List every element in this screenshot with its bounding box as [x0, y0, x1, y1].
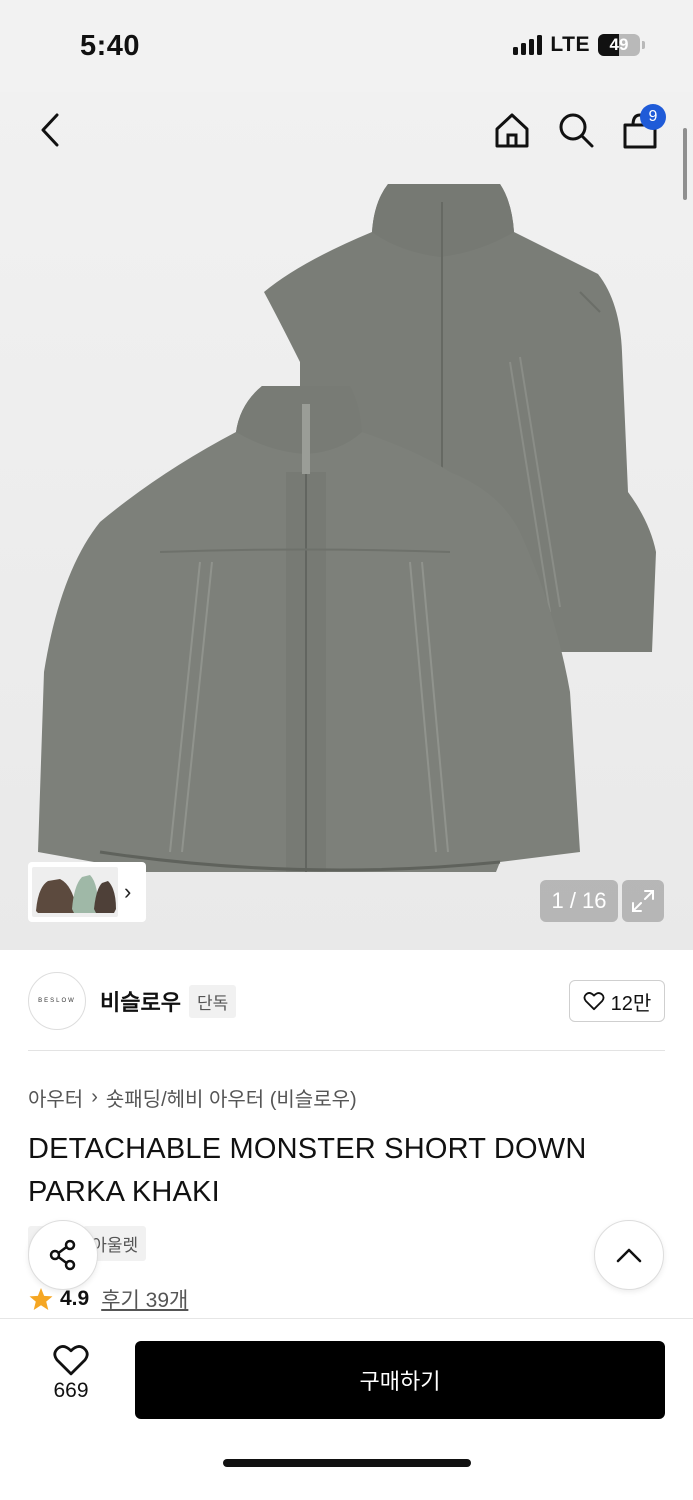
- brand-like-button[interactable]: 12만: [569, 980, 665, 1022]
- expand-icon: [632, 890, 654, 912]
- image-counter: 1 / 16: [540, 880, 618, 922]
- home-indicator: [223, 1459, 471, 1467]
- breadcrumb-category[interactable]: 아우터: [28, 1083, 83, 1112]
- search-button[interactable]: [554, 108, 598, 152]
- brand-like-count: 12만: [610, 992, 652, 1015]
- battery-level: 49: [609, 35, 629, 54]
- buy-button[interactable]: 구매하기: [135, 1341, 665, 1419]
- share-button[interactable]: [28, 1220, 98, 1290]
- wish-button[interactable]: 669: [36, 1343, 106, 1403]
- home-icon: [495, 113, 529, 148]
- brand-logo[interactable]: BESLOW: [28, 972, 86, 1030]
- battery-icon: 49: [598, 34, 640, 56]
- cart-button[interactable]: 9: [618, 104, 666, 152]
- status-bar: 5:40 LTE 49: [0, 0, 693, 92]
- chevron-up-icon: [616, 1248, 642, 1263]
- heart-icon: [583, 992, 605, 1011]
- cart-count-badge: 9: [640, 104, 666, 130]
- product-title: DETACHABLE MONSTER SHORT DOWN PARKA KHAK…: [28, 1133, 587, 1208]
- back-button[interactable]: [30, 108, 70, 152]
- review-link[interactable]: 후기 39개: [101, 1284, 188, 1314]
- scroll-top-button[interactable]: [594, 1220, 664, 1290]
- chevron-right-icon: ›: [91, 1086, 98, 1108]
- star-icon: [29, 1288, 53, 1310]
- heart-icon: [53, 1345, 89, 1376]
- breadcrumb-subcategory[interactable]: 숏패딩/헤비 아우터 (비슬로우): [106, 1083, 357, 1112]
- search-icon: [559, 113, 594, 148]
- brand-name[interactable]: 비슬로우: [100, 985, 181, 1017]
- product-photo: [38, 184, 656, 872]
- chevron-left-icon: [41, 113, 59, 147]
- divider: [28, 1050, 665, 1051]
- brand-row: BESLOW 비슬로우 단독 12만: [28, 970, 665, 1032]
- network-label: LTE: [550, 33, 590, 56]
- signal-icon: [513, 35, 543, 55]
- bottom-bar: 669 구매하기: [0, 1318, 693, 1500]
- expand-button[interactable]: [622, 880, 664, 922]
- breadcrumb: 아우터 › 숏패딩/헤비 아우터 (비슬로우): [28, 1083, 357, 1112]
- thumbnail-strip[interactable]: ›: [28, 862, 146, 922]
- status-time: 5:40: [80, 30, 141, 62]
- thumbnail-image: [32, 867, 118, 917]
- share-icon: [49, 1239, 76, 1271]
- brand-logo-text: BESLOW: [38, 998, 76, 1004]
- status-indicators: LTE 49: [513, 33, 645, 57]
- brand-exclusive-badge: 단독: [188, 984, 237, 1018]
- scroll-indicator: [683, 128, 687, 200]
- product-image[interactable]: [0, 92, 693, 950]
- chevron-right-icon: ›: [124, 879, 132, 904]
- home-button[interactable]: [490, 108, 534, 152]
- wish-count: 669: [53, 1379, 89, 1402]
- rating-score: 4.9: [60, 1287, 90, 1310]
